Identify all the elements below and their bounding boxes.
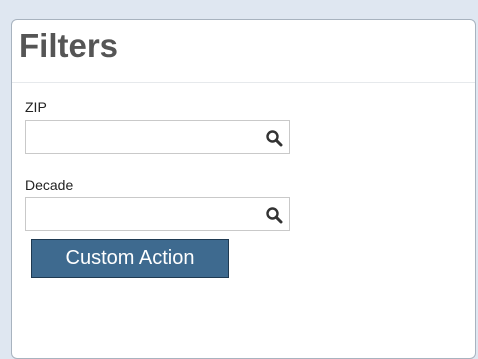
decade-label: Decade <box>25 177 74 193</box>
decade-input[interactable] <box>26 198 261 230</box>
panel-header: Filters <box>12 20 475 83</box>
zip-input[interactable] <box>26 121 261 153</box>
zip-label: ZIP <box>25 99 47 115</box>
zip-search-field <box>25 120 290 154</box>
search-icon[interactable] <box>265 206 283 224</box>
custom-action-button[interactable]: Custom Action <box>31 239 229 278</box>
decade-search-field <box>25 197 290 231</box>
panel-title: Filters <box>19 27 119 64</box>
filters-panel: Filters ZIP Decade Custom Action <box>11 19 476 359</box>
search-icon[interactable] <box>265 129 283 147</box>
